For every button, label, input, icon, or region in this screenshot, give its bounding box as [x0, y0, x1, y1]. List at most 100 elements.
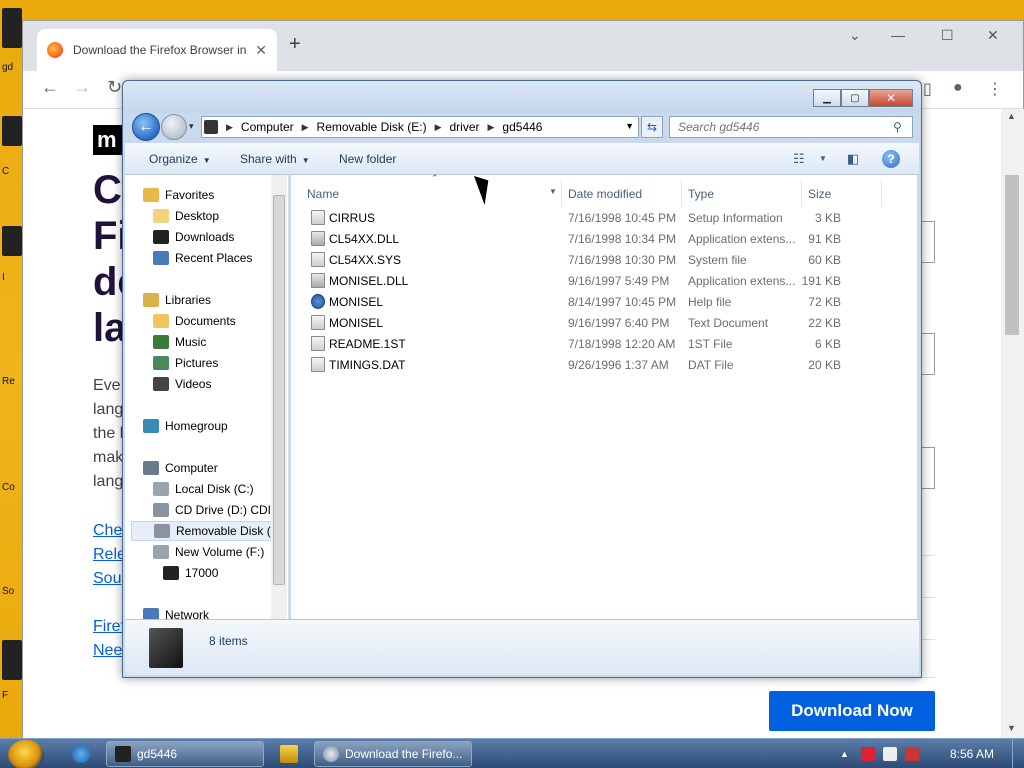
- nav-item[interactable]: Favorites: [143, 185, 214, 205]
- internet-explorer-icon[interactable]: [72, 745, 90, 763]
- organize-button[interactable]: Organize ▼: [149, 152, 211, 166]
- download-now-button[interactable]: Download Now: [769, 691, 935, 731]
- search-icon[interactable]: ⚲: [893, 120, 902, 134]
- taskbar-item-explorer[interactable]: gd5446: [106, 741, 264, 767]
- page-scrollbar[interactable]: ▲ ▼: [1001, 109, 1024, 739]
- column-divider[interactable]: [561, 179, 562, 207]
- scroll-up-icon[interactable]: ▲: [1007, 111, 1016, 121]
- close-icon[interactable]: ✕: [987, 27, 999, 44]
- desktop-icon[interactable]: [2, 226, 22, 256]
- desktop-icon[interactable]: [2, 8, 22, 48]
- nav-item[interactable]: Desktop: [153, 206, 219, 226]
- address-bar[interactable]: ▶ Computer ▶ Removable Disk (E:) ▶ drive…: [201, 116, 639, 138]
- media-player-icon[interactable]: [280, 745, 298, 763]
- chevron-right-icon[interactable]: ▶: [435, 122, 442, 133]
- file-row[interactable]: README.1ST 7/18/1998 12:20 AM 1ST File 6 KB: [291, 333, 881, 354]
- maximize-icon[interactable]: ☐: [941, 27, 954, 44]
- nav-item[interactable]: Local Disk (C:): [153, 479, 254, 499]
- tab-close-icon[interactable]: ✕: [255, 42, 267, 59]
- file-row[interactable]: MONISEL 9/16/1997 6:40 PM Text Document 22 …: [291, 312, 881, 333]
- search-input[interactable]: [669, 116, 913, 138]
- refresh-button[interactable]: ⇆: [641, 116, 663, 138]
- view-options-icon[interactable]: ☷: [793, 151, 805, 167]
- column-divider[interactable]: [881, 179, 882, 207]
- menu-dots-icon[interactable]: ⋮: [987, 79, 1003, 99]
- network-icon[interactable]: [882, 747, 897, 761]
- sidebar-icon[interactable]: ▯: [923, 79, 932, 99]
- file-row[interactable]: MONISEL.DLL 9/16/1997 5:49 PM Application …: [291, 270, 881, 291]
- nav-item[interactable]: Music: [153, 332, 206, 352]
- column-header-type[interactable]: Type: [688, 187, 714, 201]
- breadcrumb-item[interactable]: driver: [449, 120, 479, 134]
- page-link[interactable]: Firef: [93, 615, 125, 639]
- action-center-icon[interactable]: [860, 747, 875, 761]
- column-header-name[interactable]: Name: [307, 187, 339, 201]
- column-header-date[interactable]: Date modified: [568, 187, 642, 201]
- tray-expand-icon[interactable]: ▲: [840, 749, 849, 759]
- nav-item[interactable]: Downloads: [153, 227, 234, 247]
- nav-scrollbar[interactable]: [271, 175, 287, 619]
- new-tab-button[interactable]: +: [289, 33, 301, 56]
- nav-item[interactable]: 17000: [163, 563, 218, 583]
- column-header-size[interactable]: Size: [808, 187, 831, 201]
- maximize-button[interactable]: ▢: [841, 89, 869, 107]
- history-dropdown-icon[interactable]: ▾: [189, 121, 194, 132]
- reload-icon[interactable]: ↻: [107, 77, 122, 98]
- file-row[interactable]: MONISEL 8/14/1997 10:45 PM Help file 72 KB: [291, 291, 881, 312]
- chevron-right-icon[interactable]: ▶: [488, 122, 495, 133]
- volume-muted-icon[interactable]: [904, 747, 919, 761]
- nav-item[interactable]: Pictures: [153, 353, 218, 373]
- share-with-button[interactable]: Share with ▼: [240, 152, 310, 166]
- desktop-icon[interactable]: [2, 116, 22, 146]
- minimize-icon[interactable]: —: [891, 27, 905, 43]
- nav-item[interactable]: Computer: [143, 458, 218, 478]
- nav-item[interactable]: Videos: [153, 374, 211, 394]
- back-button[interactable]: ←: [132, 113, 160, 141]
- page-link[interactable]: Rele: [93, 543, 126, 567]
- address-dropdown-icon[interactable]: ▼: [625, 121, 634, 131]
- taskbar-clock[interactable]: 8:56 AM: [950, 747, 994, 761]
- scrollbar-thumb[interactable]: [1005, 175, 1019, 335]
- page-link[interactable]: Sou: [93, 567, 126, 591]
- taskbar-item-browser[interactable]: Download the Firefo...: [314, 741, 472, 767]
- column-divider[interactable]: [801, 179, 802, 207]
- forward-button[interactable]: [161, 114, 187, 140]
- breadcrumb-item[interactable]: gd5446: [502, 120, 542, 134]
- page-link[interactable]: Che: [93, 519, 126, 543]
- page-link[interactable]: Nee: [93, 639, 125, 663]
- close-button[interactable]: ✕: [869, 89, 913, 107]
- chevron-right-icon[interactable]: ▶: [302, 122, 309, 133]
- nav-item[interactable]: New Volume (F:): [153, 542, 264, 562]
- preview-pane-icon[interactable]: ◧: [847, 151, 859, 167]
- nav-item[interactable]: Documents: [153, 311, 236, 331]
- help-icon[interactable]: ?: [882, 150, 900, 168]
- column-divider[interactable]: [681, 179, 682, 207]
- nav-item[interactable]: Libraries: [143, 290, 211, 310]
- breadcrumb-item[interactable]: Removable Disk (E:): [317, 120, 427, 134]
- browser-tab[interactable]: Download the Firefox Browser in ✕: [37, 29, 277, 71]
- new-folder-button[interactable]: New folder: [339, 152, 396, 166]
- chevron-down-icon[interactable]: ▼: [819, 154, 827, 163]
- nav-item[interactable]: Recent Places: [153, 248, 252, 268]
- column-dropdown-icon[interactable]: ▼: [549, 187, 557, 196]
- breadcrumb-item[interactable]: Computer: [241, 120, 294, 134]
- chevron-right-icon[interactable]: ▶: [226, 122, 233, 133]
- scroll-down-icon[interactable]: ▼: [1007, 723, 1016, 733]
- file-row[interactable]: CIRRUS 7/16/1998 10:45 PM Setup Informatio…: [291, 207, 881, 228]
- tab-search-icon[interactable]: ⌄: [849, 27, 861, 44]
- nav-item[interactable]: Network: [143, 605, 209, 619]
- file-row[interactable]: CL54XX.SYS 7/16/1998 10:30 PM System file 6…: [291, 249, 881, 270]
- minimize-button[interactable]: ▁: [813, 89, 841, 107]
- file-row[interactable]: CL54XX.DLL 7/16/1998 10:34 PM Application …: [291, 228, 881, 249]
- nav-item[interactable]: CD Drive (D:) CDI: [153, 500, 271, 520]
- profile-avatar-icon[interactable]: ●: [953, 79, 963, 97]
- show-desktop-button[interactable]: [1012, 739, 1024, 768]
- explorer-titlebar[interactable]: ▁ ▢ ✕: [123, 81, 921, 113]
- file-row[interactable]: TIMINGS.DAT 9/26/1996 1:37 AM DAT File 20 K…: [291, 354, 881, 375]
- desktop-icon[interactable]: [2, 640, 22, 680]
- nav-item[interactable]: Homegroup: [143, 416, 228, 436]
- scrollbar-thumb[interactable]: [273, 195, 285, 585]
- forward-arrow-icon[interactable]: →: [73, 77, 91, 98]
- back-arrow-icon[interactable]: ←: [41, 77, 59, 98]
- start-button[interactable]: [8, 740, 44, 768]
